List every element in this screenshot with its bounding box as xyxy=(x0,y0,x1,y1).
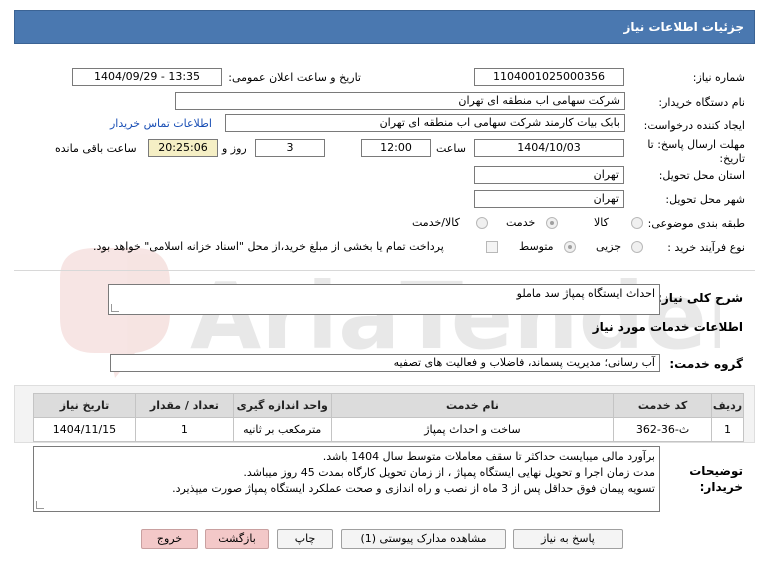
buyer-notes-line-2: مدت زمان اجرا و تحویل نهایی ایستگاه پمپا… xyxy=(243,466,655,479)
announce-datetime-field: 1404/09/29 - 13:35 xyxy=(72,68,222,86)
resize-handle-icon xyxy=(111,304,119,312)
deadline-time-field: 12:00 xyxy=(361,139,431,157)
category-option-goods-service: کالا/خدمت xyxy=(412,216,460,229)
exit-button[interactable]: خروج xyxy=(141,529,198,549)
col-header-quantity: تعداد / مقدار xyxy=(134,393,234,418)
back-button[interactable]: بازگشت xyxy=(205,529,269,549)
divider xyxy=(14,270,755,271)
buyer-org-label: نام دستگاه خریدار: xyxy=(658,96,745,109)
service-group-field: آب رسانی؛ مدیریت پسماند، فاضلاب و فعالیت… xyxy=(110,354,660,372)
cell-quantity: 1 xyxy=(134,417,234,442)
deadline-label: مهلت ارسال پاسخ: تا تاریخ: xyxy=(647,138,745,165)
province-label: استان محل تحویل: xyxy=(658,169,745,182)
table-row: 1 ث-36-362 ساخت و احداث پمپاژ مترمکعب بر… xyxy=(33,417,744,442)
need-number-field: 1104001025000356 xyxy=(474,68,624,86)
cell-service-code: ث-36-362 xyxy=(613,417,713,442)
requester-label: ایجاد کننده درخواست: xyxy=(643,119,745,132)
category-option-service: خدمت xyxy=(506,216,536,229)
buyer-notes-textarea: برآورد مالی میبایست حداکثر تا سقف معاملا… xyxy=(33,446,660,512)
city-field: تهران xyxy=(474,190,624,208)
process-option-medium: متوسط xyxy=(519,240,554,253)
reply-button[interactable]: پاسخ به نیاز xyxy=(513,529,623,549)
cell-service-name: ساخت و احداث پمپاژ xyxy=(330,417,615,442)
buyer-notes-line-3: تسویه پیمان فوق حداقل پس از 3 ماه از نصب… xyxy=(172,482,655,495)
buyer-org-field: شرکت سهامی اب منطقه ای تهران xyxy=(175,92,625,110)
cell-row-number: 1 xyxy=(711,417,744,442)
buyer-notes-line-1: برآورد مالی میبایست حداکثر تا سقف معاملا… xyxy=(322,450,655,463)
buyer-contact-link[interactable]: اطلاعات تماس خریدار xyxy=(110,117,212,130)
days-label: روز و xyxy=(222,142,247,155)
resize-handle-icon xyxy=(36,501,44,509)
requester-field: بابک بیات کارمند شرکت سهامی اب منطقه ای … xyxy=(225,114,625,132)
process-option-minor: جزیی xyxy=(596,240,622,253)
header-bar: جزئیات اطلاعات نیاز xyxy=(14,10,755,44)
cell-unit: مترمکعب بر ثانیه xyxy=(232,417,332,442)
treasury-note: پرداخت تمام یا بخشی از مبلغ خرید،از محل … xyxy=(93,240,444,253)
need-number-label: شماره نیاز: xyxy=(692,71,745,84)
cell-need-date: 1404/11/15 xyxy=(33,417,136,442)
announce-datetime-label: تاریخ و ساعت اعلان عمومی: xyxy=(228,71,361,84)
col-header-unit: واحد اندازه گیری xyxy=(232,393,332,418)
remaining-time-field: 20:25:06 xyxy=(148,139,218,157)
col-header-need-date: تاریخ نیاز xyxy=(33,393,136,418)
need-summary-text: احداث ایستگاه پمپاژ سد ماملو xyxy=(516,287,655,300)
col-header-row: ردیف xyxy=(711,393,744,418)
category-label: طبقه بندی موضوعی: xyxy=(647,217,745,230)
need-summary-label: شرح کلی نیاز: xyxy=(657,291,743,305)
province-field: تهران xyxy=(474,166,624,184)
need-summary-textarea: احداث ایستگاه پمپاژ سد ماملو xyxy=(108,284,660,315)
buyer-notes-label: توضیحات خریدار: xyxy=(689,464,743,494)
process-radio-minor[interactable] xyxy=(631,241,643,253)
deadline-date-field: 1404/10/03 xyxy=(474,139,624,157)
city-label: شهر محل تحویل: xyxy=(665,193,745,206)
col-header-service-code: کد خدمت xyxy=(613,393,713,418)
category-option-goods: کالا xyxy=(594,216,609,229)
view-documents-button[interactable]: مشاهده مدارک پیوستی (1) xyxy=(341,529,506,549)
print-button[interactable]: چاپ xyxy=(277,529,333,549)
service-group-label: گروه خدمت: xyxy=(669,357,743,371)
col-header-service-name: نام خدمت xyxy=(330,393,615,418)
remaining-time-label: ساعت باقی مانده xyxy=(55,142,137,155)
deadline-time-label: ساعت xyxy=(436,142,466,155)
days-field: 3 xyxy=(255,139,325,157)
page-title: جزئیات اطلاعات نیاز xyxy=(623,20,744,34)
treasury-checkbox[interactable] xyxy=(486,241,498,253)
category-radio-goods-service[interactable] xyxy=(476,217,488,229)
services-table: ردیف کد خدمت نام خدمت واحد اندازه گیری ت… xyxy=(33,393,744,442)
purchase-process-label: نوع فرآیند خرید : xyxy=(667,241,745,254)
category-radio-service[interactable] xyxy=(546,217,558,229)
process-radio-medium[interactable] xyxy=(564,241,576,253)
services-info-title: اطلاعات خدمات مورد نیاز xyxy=(592,320,743,334)
category-radio-goods[interactable] xyxy=(631,217,643,229)
